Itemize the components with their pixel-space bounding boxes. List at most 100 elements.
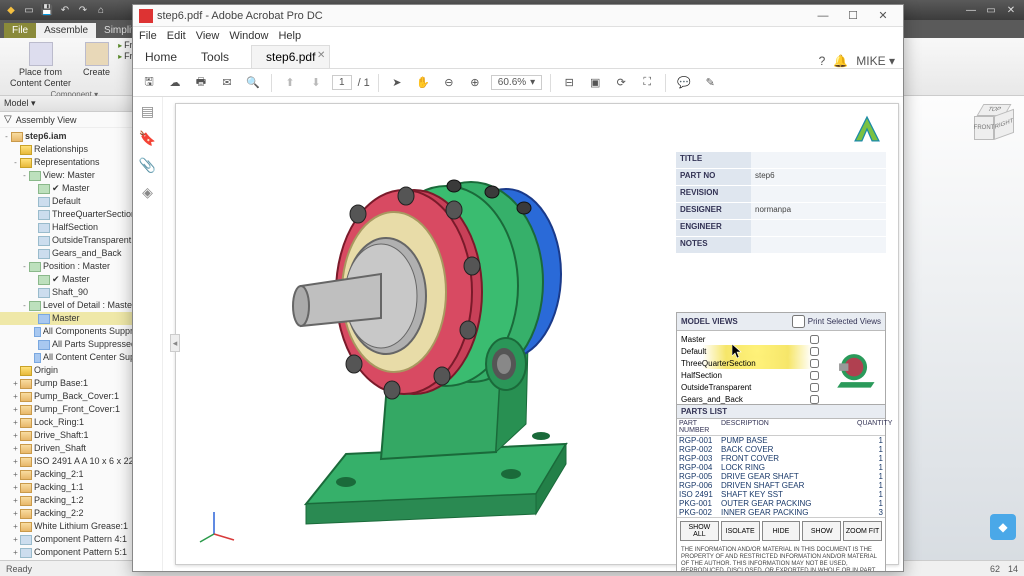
hand-icon[interactable]: ✋ xyxy=(413,73,433,93)
acro-close-icon[interactable]: ✕ xyxy=(869,7,897,25)
model-views-title: MODEL VIEWS xyxy=(681,317,738,326)
save-icon[interactable]: 🖫 xyxy=(139,73,159,93)
inventor-close-icon[interactable]: ✕ xyxy=(1002,3,1020,17)
parts-list-row[interactable]: PKG-001OUTER GEAR PACKING1 xyxy=(677,499,885,508)
rotate-icon[interactable]: ⟳ xyxy=(611,73,631,93)
property-table: TITLEPART NOstep6REVISIONDESIGNERnormanp… xyxy=(676,152,886,254)
thumbnails-icon[interactable]: ▤ xyxy=(141,103,154,120)
menu-view[interactable]: View xyxy=(196,30,220,42)
layers-icon[interactable]: ◈ xyxy=(142,184,153,201)
status-count-1: 62 xyxy=(990,564,1000,574)
parts-list-row[interactable]: RGP-004LOCK RING1 xyxy=(677,463,885,472)
model-view-row[interactable]: Default xyxy=(679,345,821,357)
acrobat-titlebar[interactable]: step6.pdf - Adobe Acrobat Pro DC — ☐ ✕ xyxy=(133,5,903,27)
acro-maximize-icon[interactable]: ☐ xyxy=(839,7,867,25)
zoom-in-icon[interactable]: ⊕ xyxy=(465,73,485,93)
menu-window[interactable]: Window xyxy=(229,30,268,42)
pump-3d-figure[interactable] xyxy=(196,114,616,544)
parts-list-row[interactable]: PKG-002INNER GEAR PACKING3 xyxy=(677,508,885,517)
fit-width-icon[interactable]: ⊟ xyxy=(559,73,579,93)
pdf-icon xyxy=(139,9,153,23)
qat-open-icon[interactable]: ▭ xyxy=(22,3,36,17)
parts-btn-zoom-fit[interactable]: ZOOM FIT xyxy=(843,521,882,541)
menu-help[interactable]: Help xyxy=(278,30,301,42)
create-button[interactable]: Create xyxy=(79,40,114,90)
help-icon[interactable]: ? xyxy=(819,54,826,68)
qat-undo-icon[interactable]: ↶ xyxy=(58,3,72,17)
sign-icon[interactable]: ✎ xyxy=(700,73,720,93)
filter-icon[interactable]: ▽ xyxy=(4,114,12,125)
ribbon-tab-file[interactable]: File xyxy=(4,23,36,38)
inventor-maximize-icon[interactable]: ▭ xyxy=(982,3,1000,17)
zoom-dropdown[interactable]: 60.6%▾ xyxy=(491,75,542,90)
parts-list-disclaimer: THE INFORMATION AND/OR MATERIAL IN THIS … xyxy=(677,544,885,571)
viewcube[interactable]: TOP FRONT RIGHT xyxy=(974,104,1016,146)
parts-list-panel: PARTS LIST PART NUMBER DESCRIPTION QUANT… xyxy=(676,404,886,571)
tab-tools[interactable]: Tools xyxy=(189,46,241,68)
parts-list-row[interactable]: ISO 2491SHAFT KEY SST1 xyxy=(677,490,885,499)
notify-icon[interactable]: 🔔 xyxy=(833,54,848,68)
parts-list-row[interactable]: RGP-005DRIVE GEAR SHAFT1 xyxy=(677,472,885,481)
parts-list-title: PARTS LIST xyxy=(677,405,885,419)
attachments-icon[interactable]: 📎 xyxy=(139,157,156,174)
fit-page-icon[interactable]: ▣ xyxy=(585,73,605,93)
model-view-row[interactable]: OutsideTransparent xyxy=(679,381,821,393)
pdf-page[interactable]: ◂ TITLEPART NOstep6REVISIONDESIGNERnorma… xyxy=(175,103,899,565)
assembly-view-label[interactable]: Assembly View xyxy=(16,115,77,125)
parts-btn-hide[interactable]: HIDE xyxy=(762,521,801,541)
qat-redo-icon[interactable]: ↷ xyxy=(76,3,90,17)
model-view-row[interactable]: ThreeQuarterSection xyxy=(679,357,821,369)
acrobat-page-area[interactable]: ◂ TITLEPART NOstep6REVISIONDESIGNERnorma… xyxy=(163,97,903,571)
search-icon[interactable]: 🔍 xyxy=(243,73,263,93)
parts-list-row[interactable]: RGP-001PUMP BASE1 xyxy=(677,436,885,445)
page-up-icon[interactable]: ⬆ xyxy=(280,73,300,93)
zoom-out-icon[interactable]: ⊖ xyxy=(439,73,459,93)
cloud-icon[interactable]: ☁ xyxy=(165,73,185,93)
parts-list-row[interactable]: RGP-006DRIVEN SHAFT GEAR1 xyxy=(677,481,885,490)
prop-row: PART NOstep6 xyxy=(676,169,886,185)
parts-btn-show[interactable]: SHOW xyxy=(802,521,841,541)
comment-icon[interactable]: 💬 xyxy=(674,73,694,93)
model-view-row[interactable]: HalfSection xyxy=(679,369,821,381)
prop-row: ENGINEER xyxy=(676,220,886,236)
tab-home[interactable]: Home xyxy=(133,46,189,68)
prop-row: TITLE xyxy=(676,152,886,168)
page-number-input[interactable]: 1 xyxy=(332,75,352,90)
prop-row: NOTES xyxy=(676,237,886,253)
status-ready: Ready xyxy=(6,564,32,574)
tab-document[interactable]: step6.pdf✕ xyxy=(251,45,330,68)
parts-list-row[interactable]: RGP-002BACK COVER1 xyxy=(677,445,885,454)
place-from-content-center-button[interactable]: Place from Content Center xyxy=(6,40,75,90)
user-menu[interactable]: MIKE ▾ xyxy=(856,54,895,68)
share-widget-icon[interactable]: ◆ xyxy=(990,514,1016,540)
page-collapse-icon[interactable]: ◂ xyxy=(170,334,180,352)
ribbon-tab-assemble[interactable]: Assemble xyxy=(36,23,96,38)
model-view-row[interactable]: Master xyxy=(679,333,821,345)
qat-icon[interactable]: ◆ xyxy=(4,3,18,17)
tab-close-icon[interactable]: ✕ xyxy=(317,50,325,61)
status-count-2: 14 xyxy=(1008,564,1018,574)
parts-btn-show-all[interactable]: SHOW ALL xyxy=(680,521,719,541)
print-icon[interactable]: 🖶 xyxy=(191,73,211,93)
parts-btn-isolate[interactable]: ISOLATE xyxy=(721,521,760,541)
inventor-minimize-icon[interactable]: — xyxy=(962,3,980,17)
menu-file[interactable]: File xyxy=(139,30,157,42)
qat-home-icon[interactable]: ⌂ xyxy=(94,3,108,17)
parts-list-row[interactable]: RGP-003FRONT COVER1 xyxy=(677,454,885,463)
select-icon[interactable]: ➤ xyxy=(387,73,407,93)
page-down-icon[interactable]: ⬇ xyxy=(306,73,326,93)
autodesk-logo-icon xyxy=(850,112,884,146)
acrobat-menubar: File Edit View Window Help xyxy=(133,27,903,45)
read-mode-icon[interactable]: ⛶ xyxy=(637,73,657,93)
acro-minimize-icon[interactable]: — xyxy=(809,7,837,25)
acrobat-tabs: Home Tools step6.pdf✕ ? 🔔 MIKE ▾ xyxy=(133,45,903,69)
prop-row: DESIGNERnormanpa xyxy=(676,203,886,219)
bookmarks-icon[interactable]: 🔖 xyxy=(139,130,156,147)
acrobat-window: step6.pdf - Adobe Acrobat Pro DC — ☐ ✕ F… xyxy=(132,4,904,572)
print-selected-checkbox[interactable] xyxy=(792,315,805,328)
acrobat-navpane: ▤ 🔖 📎 ◈ xyxy=(133,97,163,571)
menu-edit[interactable]: Edit xyxy=(167,30,186,42)
mail-icon[interactable]: ✉ xyxy=(217,73,237,93)
model-view-preview xyxy=(823,331,885,407)
qat-save-icon[interactable]: 💾 xyxy=(40,3,54,17)
